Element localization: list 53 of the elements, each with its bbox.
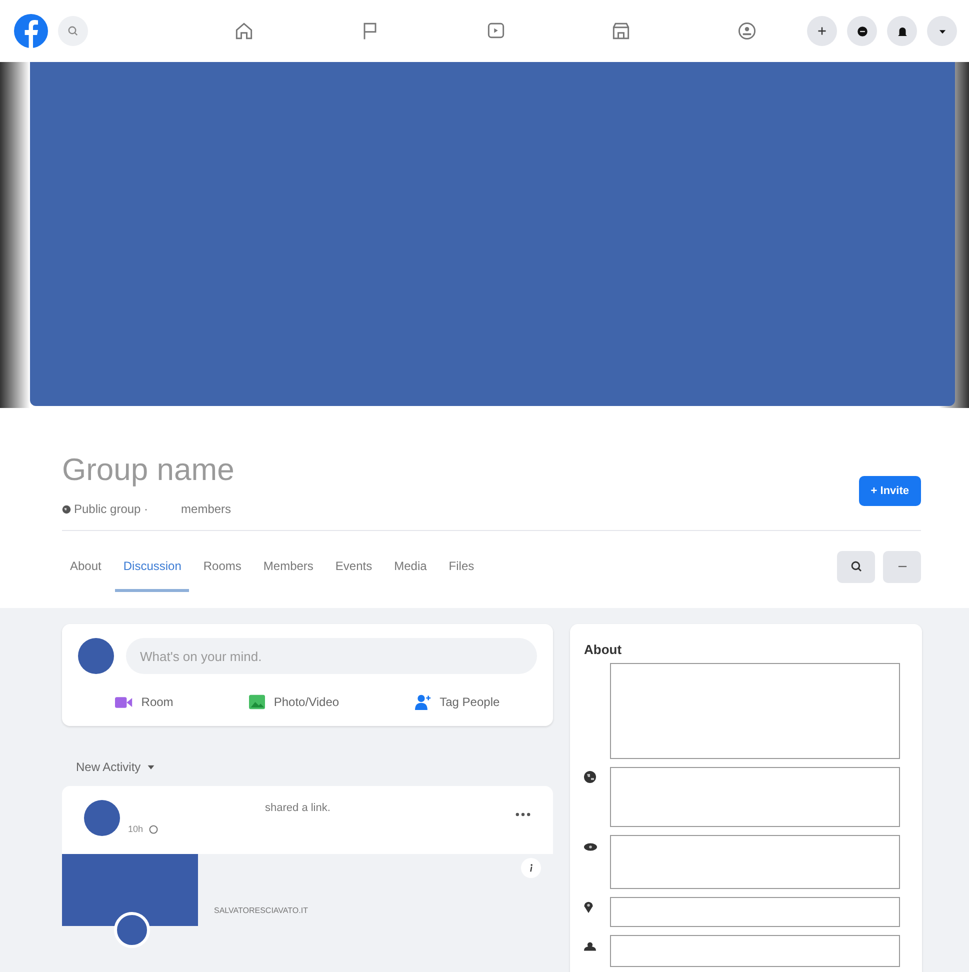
post-input-field[interactable]: What's on your mind. — [126, 638, 537, 674]
groups-icon[interactable] — [736, 20, 758, 42]
plus-icon — [816, 25, 828, 37]
globe-icon — [584, 771, 596, 783]
about-field[interactable] — [610, 897, 900, 927]
search-button[interactable] — [837, 550, 875, 582]
chat-icon — [856, 24, 868, 38]
avatar — [114, 912, 150, 948]
logo-icon[interactable] — [14, 14, 48, 48]
caret-icon — [146, 763, 155, 771]
composer-action[interactable]: Photo/Video — [248, 694, 340, 710]
link-thumbnail[interactable] — [62, 854, 198, 926]
post-action: shared a link. — [265, 802, 330, 814]
tab[interactable]: Discussion — [115, 541, 190, 592]
tab[interactable]: Events — [327, 541, 380, 592]
tab[interactable]: Media — [386, 541, 435, 592]
home-icon[interactable] — [233, 20, 255, 42]
eye-icon — [584, 843, 597, 851]
bell-button[interactable] — [887, 16, 917, 46]
globe-icon — [149, 824, 158, 834]
messenger-button[interactable] — [847, 16, 877, 46]
info-icon[interactable] — [521, 858, 541, 878]
privacy-label: Public group · — [74, 502, 148, 516]
video-camera-icon — [115, 696, 134, 708]
group-icon — [584, 942, 596, 951]
tab[interactable]: Files — [440, 541, 482, 592]
search-icon — [850, 560, 862, 573]
sort-dropdown[interactable]: New Activity — [76, 760, 155, 774]
about-title: About — [584, 642, 623, 657]
bell-icon — [896, 24, 908, 38]
plus-button[interactable] — [807, 16, 837, 46]
more-icon[interactable] — [515, 812, 531, 817]
photo-icon — [248, 694, 266, 710]
about-field[interactable] — [610, 835, 900, 889]
avatar — [84, 800, 120, 836]
link-domain: SALVATORESCIAVATO.IT — [214, 906, 308, 915]
composer-action[interactable]: Tag People — [414, 694, 500, 710]
member-count: members — [181, 502, 232, 516]
about-field[interactable] — [610, 935, 900, 967]
about-field[interactable] — [610, 663, 900, 759]
tab[interactable]: Rooms — [195, 541, 250, 592]
group-name: Group name — [62, 452, 234, 488]
avatar — [78, 638, 114, 674]
tab[interactable]: Members — [255, 541, 322, 592]
location-icon — [584, 901, 593, 913]
post-time: 10h — [128, 824, 144, 834]
invite-button[interactable]: + Invite — [858, 476, 921, 506]
about-field[interactable] — [610, 767, 900, 827]
composer-action[interactable]: Room — [115, 694, 174, 710]
globe-icon — [62, 504, 71, 514]
tab[interactable]: About — [62, 541, 110, 592]
search-icon — [67, 25, 79, 37]
add-person-icon — [414, 694, 432, 710]
